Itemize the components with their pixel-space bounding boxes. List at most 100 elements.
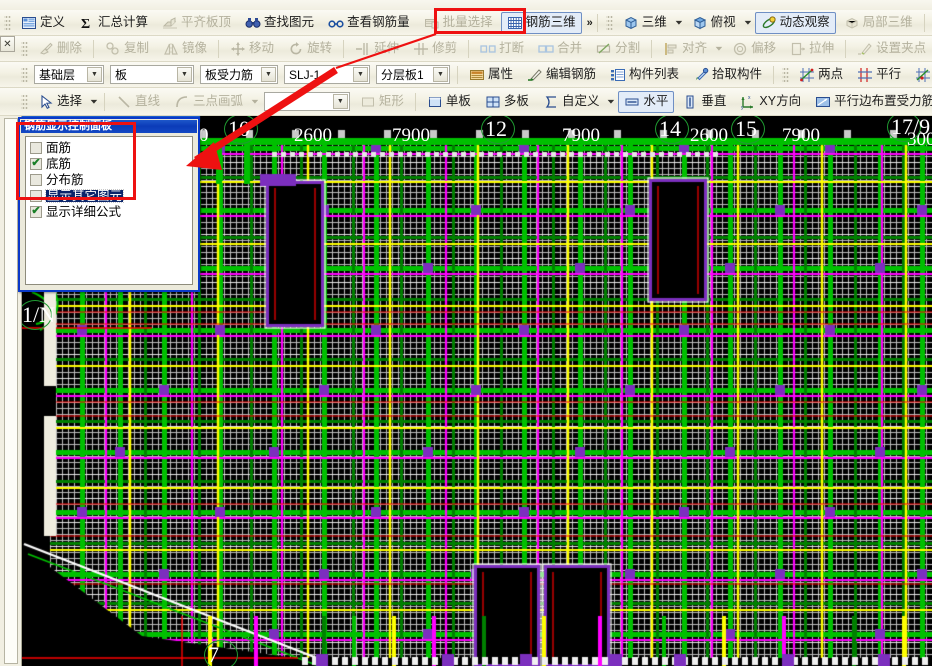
three-d-dropdown-icon[interactable]: ▼ [673,19,684,26]
checkbox-checked-icon[interactable]: ✔ [30,158,42,170]
checkbox-distribution-rebar[interactable]: 分布筋 [29,172,190,188]
find-element-button[interactable]: 查找图元 [239,12,320,34]
copy-button[interactable]: 复制 [99,38,155,60]
three-d-button[interactable]: 三维 [617,12,673,34]
top-view-button[interactable]: 俯视 [686,12,742,34]
toolbar-grip-5[interactable] [782,65,790,84]
custom-dropdown-icon[interactable]: ▼ [606,98,617,105]
trim-button[interactable]: 修剪 [407,38,463,60]
arc-icon [174,94,190,110]
align-button[interactable]: 对齐 [657,38,713,60]
checkbox-unchecked-icon[interactable] [30,142,42,154]
toolbar-grip[interactable] [4,13,11,32]
flush-slab-top-button[interactable]: 平齐板顶 [156,12,237,34]
parallel-edge-icon [815,94,831,110]
checkbox-checked-icon[interactable]: ✔ [30,206,42,218]
xy-direction-button[interactable]: xy XY方向 [734,91,807,113]
top-view-label: 俯视 [710,15,736,30]
checkbox-show-other-elements[interactable]: 显示其它图元 [29,188,190,204]
member-name-select[interactable]: SLJ-1 ▼ [284,65,370,84]
checkbox-bottom-rebar[interactable]: ✔ 底筋 [29,156,190,172]
two-point-button[interactable]: 两点 [793,64,849,86]
define-label: 定义 [40,15,66,30]
trim-label: 修剪 [432,41,458,56]
layered-slab-select[interactable]: 分层板1 ▼ [376,65,450,84]
edit-rebar-button[interactable]: 编辑钢筋 [521,64,602,86]
chevron-down-icon[interactable]: ▼ [332,94,348,109]
move-icon [230,41,246,57]
layer-combo[interactable]: ▼ [263,92,350,111]
move-button[interactable]: 移动 [224,38,280,60]
summary-calc-button[interactable]: Σ 汇总计算 [73,12,154,34]
three-point-arc-label: 三点画弧 [192,94,243,109]
vertical-button[interactable]: 垂直 [676,91,732,113]
mirror-icon [163,41,179,57]
chevron-down-icon[interactable]: ▼ [261,67,276,82]
dynamic-observe-button[interactable]: 动态观察 [754,11,836,34]
local-three-d-button[interactable]: 局部三维 [838,12,919,34]
set-grip-point-button[interactable]: 设置夹点 [851,38,932,60]
offset-button[interactable]: 偏移 [726,38,782,60]
batch-select-button[interactable]: 批量选择 [418,12,499,34]
parallel-edge-layout-rebar-button[interactable]: 平行边布置受力筋 [809,91,932,113]
rectangle-button[interactable]: 矩形 [354,91,410,113]
component-type-select[interactable]: 板 ▼ [110,65,194,84]
floor-select[interactable]: 基础层 ▼ [34,65,104,84]
mirror-label: 镜像 [182,41,208,56]
align-dropdown-icon[interactable]: ▼ [714,45,725,52]
single-slab-icon [427,94,443,110]
mirror-button[interactable]: 镜像 [157,38,213,60]
dialog-title-bar[interactable]: 钢筋显示控制面板 [21,120,197,133]
three-point-arc-button[interactable]: 三点画弧 [168,91,249,113]
select-dropdown-icon[interactable]: ▼ [88,98,99,105]
multi-slab-button[interactable]: 多板 [479,91,535,113]
rebar-3d-label: 钢筋三维 [525,15,576,30]
chevron-down-icon[interactable]: ▼ [87,67,102,82]
rebar-display-control-panel[interactable]: 钢筋显示控制面板 面筋 ✔ 底筋 分布筋 显示其它图元 ✔ 显示详细公式 [18,117,200,292]
overflow-chevron-icon[interactable]: » [587,17,593,29]
three-point-arc-dropdown-icon[interactable]: ▼ [249,98,260,105]
horizontal-button[interactable]: 水平 [618,90,675,113]
checkbox-top-rebar[interactable]: 面筋 [29,140,190,156]
single-slab-button[interactable]: 单板 [421,91,477,113]
break-button[interactable]: 打断 [474,38,530,60]
toolbar-separator [596,13,598,32]
view-rebar-amount-button[interactable]: 查看钢筋量 [322,12,416,34]
toolbar-grip-2[interactable] [605,13,613,32]
point-angle-button[interactable]: 点角 [909,64,932,86]
toolbar-grip-6[interactable] [21,92,28,111]
chevron-down-icon[interactable]: ▼ [177,67,192,82]
stretch-button[interactable]: 拉伸 [784,38,840,60]
chevron-down-icon[interactable]: ▼ [353,67,368,82]
toolbar-grip-4[interactable] [21,65,28,84]
rebar-3d-button[interactable]: 钢筋三维 [500,11,582,34]
checkbox-unchecked-icon[interactable] [30,190,42,202]
check-tick-icon: ✔ [31,205,41,217]
custom-button[interactable]: 自定义 [537,91,606,113]
merge-button[interactable]: 合并 [532,38,588,60]
top-view-dropdown-icon[interactable]: ▼ [742,19,753,26]
split-button[interactable]: 分割 [590,38,646,60]
checkbox-unchecked-icon[interactable] [30,174,42,186]
chevron-down-icon[interactable]: ▼ [433,67,448,82]
rotate-button[interactable]: 旋转 [282,38,338,60]
rebar-type-select[interactable]: 板受力筋 ▼ [200,65,278,84]
component-list-button[interactable]: 构件列表 [604,64,685,86]
checkbox-show-detailed-formula[interactable]: ✔ 显示详细公式 [29,204,190,220]
grid-bubble-1N: 1/N [22,302,55,327]
delete-label: 删除 [57,41,83,56]
copy-icon [105,41,121,57]
line-button[interactable]: 直线 [110,91,166,113]
left-dock-inner-panel[interactable] [4,118,18,664]
extend-button[interactable]: 延伸 [349,38,405,60]
pick-component-button[interactable]: 拾取构件 [687,64,768,86]
define-button[interactable]: 定义 [15,12,71,34]
delete-button[interactable]: 删除 [32,38,88,60]
toolbar-grip-3[interactable] [21,39,28,58]
custom-label: 自定义 [561,94,600,109]
grid-bubble-12: 12 [485,116,507,141]
parallel-button[interactable]: 平行 [851,64,907,86]
select-button[interactable]: 选择 [32,91,88,113]
properties-button[interactable]: 属性 [463,64,519,86]
close-panel-button[interactable]: ✕ [0,36,15,52]
